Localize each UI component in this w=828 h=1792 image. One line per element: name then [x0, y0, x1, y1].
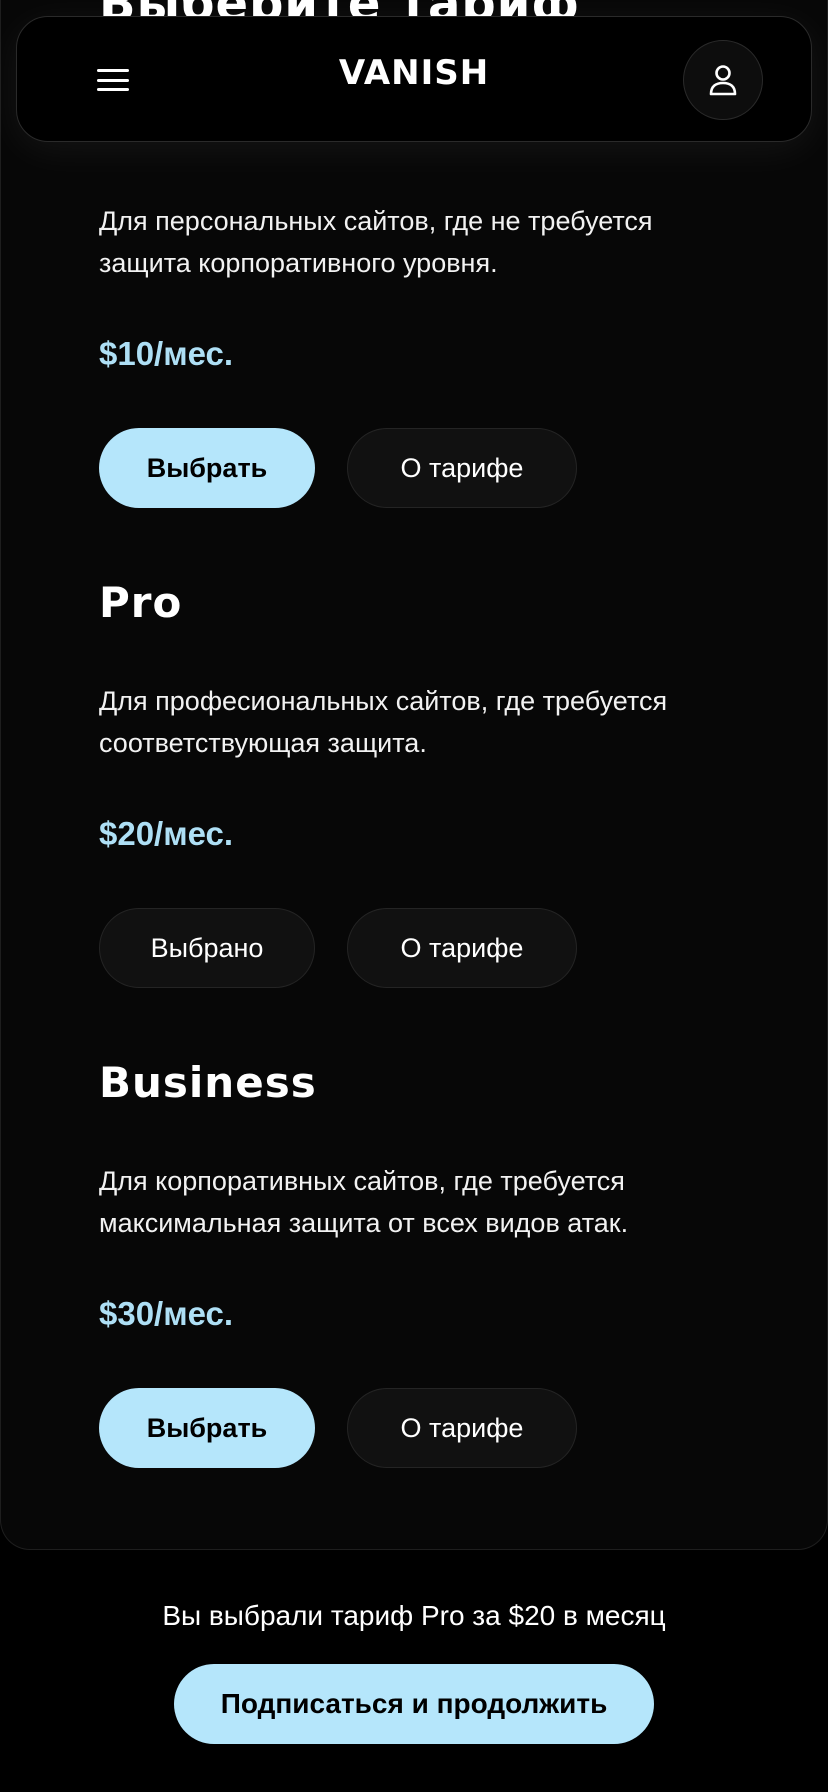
- plan-description: Для професиональных сайтов, где требуетс…: [99, 686, 668, 758]
- about-plan-button[interactable]: О тарифе: [347, 908, 577, 988]
- plan-pro: Для професиональных сайтов, где требуетс…: [99, 680, 739, 764]
- selected-plan-button[interactable]: Выбрано: [99, 908, 315, 988]
- plan-description: Для корпоративных сайтов, где требуется …: [99, 1166, 629, 1238]
- plan-description: Для персональных сайтов, где не требуетс…: [99, 206, 653, 278]
- plan-basic: Для персональных сайтов, где не требуетс…: [99, 200, 739, 284]
- about-plan-button[interactable]: О тарифе: [347, 428, 577, 508]
- plan-name: Business: [99, 1058, 317, 1107]
- subscribe-continue-button[interactable]: Подписаться и продолжить: [174, 1664, 654, 1744]
- select-plan-button[interactable]: Выбрать: [99, 1388, 315, 1468]
- profile-button[interactable]: [683, 40, 763, 120]
- plan-price: $10/мес.: [99, 335, 234, 372]
- plan-price: $20/мес.: [99, 815, 234, 852]
- user-icon: [709, 65, 737, 96]
- top-header: VANISH: [16, 16, 812, 142]
- selection-summary: Вы выбрали тариф Pro за $20 в месяц: [162, 1600, 666, 1631]
- plan-name: Pro: [99, 578, 183, 627]
- select-plan-button[interactable]: Выбрать: [99, 428, 315, 508]
- plan-price: $30/мес.: [99, 1295, 234, 1332]
- plan-business: Для корпоративных сайтов, где требуется …: [99, 1160, 739, 1244]
- about-plan-button[interactable]: О тарифе: [347, 1388, 577, 1468]
- plans-card: Выберите тариф Для персональных сайтов, …: [0, 0, 828, 1550]
